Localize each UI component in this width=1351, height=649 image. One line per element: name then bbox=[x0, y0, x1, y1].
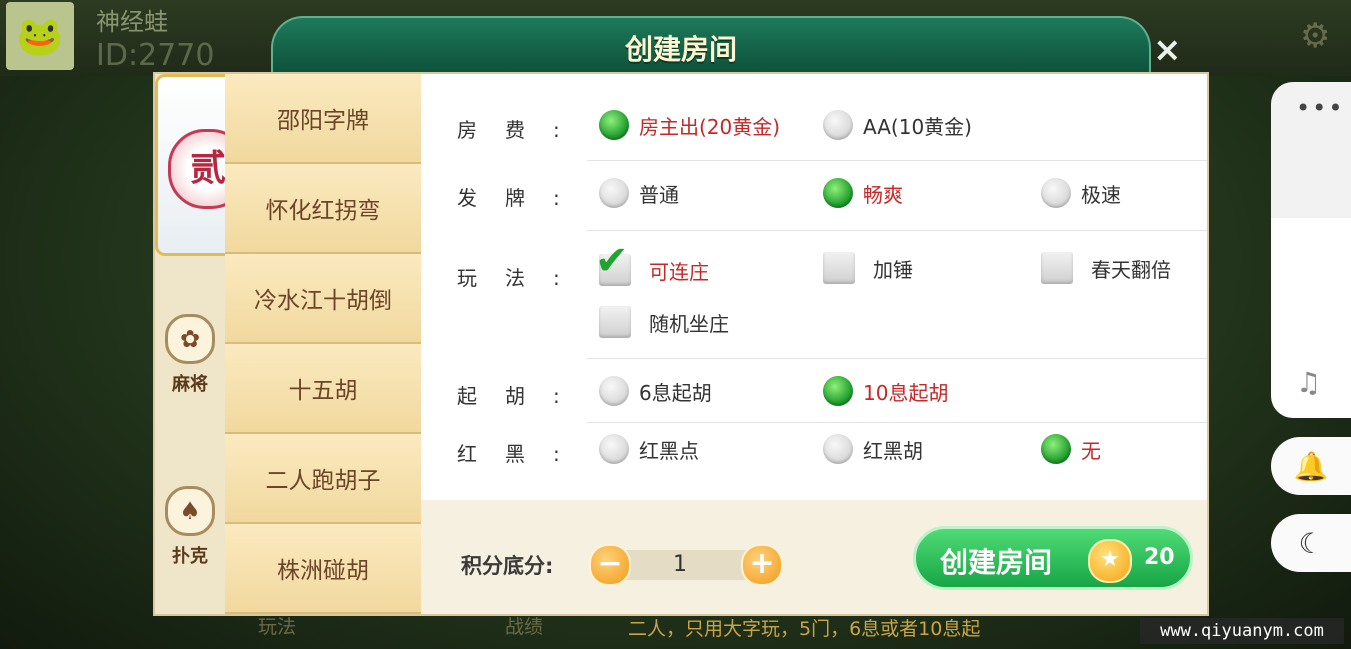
play-hammer-option[interactable]: 加锤 bbox=[823, 252, 913, 284]
red-black-hu-option[interactable]: 红黑胡 bbox=[823, 434, 923, 464]
game-list: 邵阳字牌 怀化红拐弯 冷水江十胡倒 十五胡 二人跑胡子 株洲碰胡 bbox=[225, 74, 421, 614]
spade-icon: ♠ bbox=[165, 486, 215, 536]
radio[interactable] bbox=[823, 434, 853, 464]
deal-normal-option[interactable]: 普通 bbox=[599, 178, 679, 208]
bottom-bar: 积分底分: 1 − + 创建房间 ★ 20 bbox=[421, 500, 1207, 614]
radio[interactable] bbox=[823, 110, 853, 140]
deal-label: 发牌: bbox=[457, 186, 588, 210]
coin-icon: ★ bbox=[1088, 539, 1132, 583]
game-item[interactable]: 二人跑胡子 bbox=[225, 434, 421, 524]
avatar[interactable]: 🐸 bbox=[6, 2, 74, 70]
dialog-title: 创建房间 bbox=[624, 33, 737, 66]
watermark: www.qiyuanym.com bbox=[1140, 618, 1344, 644]
minus-button[interactable]: − bbox=[589, 544, 631, 586]
plus-button[interactable]: + bbox=[741, 544, 783, 586]
min-hu-6-option[interactable]: 6息起胡 bbox=[599, 376, 712, 406]
tab-mahjong[interactable]: ✿ 麻将 bbox=[155, 314, 225, 396]
options-panel: 房费: 房主出(20黄金) AA(10黄金) 发牌: 普通 畅爽 极速 玩法: … bbox=[421, 74, 1207, 500]
game-item[interactable]: 株洲碰胡 bbox=[225, 524, 421, 614]
game-item[interactable]: 十五胡 bbox=[225, 344, 421, 434]
red-black-label: 红黑: bbox=[457, 442, 588, 466]
checkmark-icon: ✔ bbox=[595, 238, 629, 284]
play-spring-double-option[interactable]: 春天翻倍 bbox=[1041, 252, 1171, 284]
radio[interactable] bbox=[599, 178, 629, 208]
game-item[interactable]: 怀化红拐弯 bbox=[225, 164, 421, 254]
game-description: 二人，只用大字玩，5门，6息或者10息起 bbox=[628, 618, 981, 640]
room-fee-label: 房费: bbox=[457, 118, 588, 142]
tab-poker-label: 扑克 bbox=[172, 546, 208, 567]
divider bbox=[587, 160, 1207, 161]
play-random-banker-option[interactable]: 随机坐庄 bbox=[599, 306, 729, 338]
tab-mahjong-label: 麻将 bbox=[172, 374, 208, 395]
room-fee-owner-option[interactable]: 房主出(20黄金) bbox=[599, 110, 780, 140]
game-item[interactable]: 冷水江十胡倒 bbox=[225, 254, 421, 344]
checkbox[interactable] bbox=[823, 252, 855, 284]
radio-selected[interactable] bbox=[1041, 434, 1071, 464]
moon-icon[interactable]: ☾ bbox=[1271, 514, 1351, 572]
close-icon[interactable]: × bbox=[1153, 30, 1182, 70]
checkbox[interactable] bbox=[599, 306, 631, 338]
checkbox-checked[interactable]: ✔ bbox=[595, 238, 631, 286]
red-black-none-option[interactable]: 无 bbox=[1041, 434, 1101, 464]
create-room-dialog: 创建房间 × ✿ 麻将 ♠ 扑克 贰 邵阳字牌 怀化红拐弯 冷水江十胡倒 十五胡… bbox=[153, 16, 1209, 616]
create-cost: 20 bbox=[1144, 545, 1175, 570]
checkbox[interactable] bbox=[1041, 252, 1073, 284]
divider bbox=[587, 358, 1207, 359]
radio-selected[interactable] bbox=[823, 376, 853, 406]
bell-icon[interactable]: 🔔 bbox=[1271, 437, 1351, 495]
music-icon[interactable]: ♫ bbox=[1296, 366, 1321, 399]
more-icon[interactable]: ••• bbox=[1296, 94, 1344, 122]
game-item[interactable]: 邵阳字牌 bbox=[225, 74, 421, 164]
radio[interactable] bbox=[599, 434, 629, 464]
divider bbox=[587, 422, 1207, 423]
play-label: 玩法: bbox=[457, 266, 588, 290]
tab-poker[interactable]: ♠ 扑克 bbox=[155, 486, 225, 568]
red-black-point-option[interactable]: 红黑点 bbox=[599, 434, 699, 464]
radio-selected[interactable] bbox=[599, 110, 629, 140]
base-score-label: 积分底分: bbox=[461, 554, 554, 578]
room-fee-aa-option[interactable]: AA(10黄金) bbox=[823, 110, 972, 140]
create-room-label: 创建房间 bbox=[940, 546, 1053, 579]
radio[interactable] bbox=[1041, 178, 1071, 208]
create-room-button[interactable]: 创建房间 ★ 20 bbox=[913, 526, 1193, 590]
gear-icon[interactable]: ⚙ bbox=[1300, 16, 1330, 56]
mahjong-icon: ✿ bbox=[165, 314, 215, 364]
deal-fast-option[interactable]: 极速 bbox=[1041, 178, 1121, 208]
divider bbox=[587, 230, 1207, 231]
min-hu-10-option[interactable]: 10息起胡 bbox=[823, 376, 948, 406]
footer-hint-rules[interactable]: 玩法 bbox=[258, 612, 296, 639]
deal-smooth-option[interactable]: 畅爽 bbox=[823, 178, 903, 208]
min-hu-label: 起胡: bbox=[457, 384, 588, 408]
radio-selected[interactable] bbox=[823, 178, 853, 208]
footer-hint-records[interactable]: 战绩 bbox=[505, 612, 543, 639]
radio[interactable] bbox=[599, 376, 629, 406]
play-continue-banker-option[interactable]: ✔ 可连庄 bbox=[595, 238, 709, 286]
